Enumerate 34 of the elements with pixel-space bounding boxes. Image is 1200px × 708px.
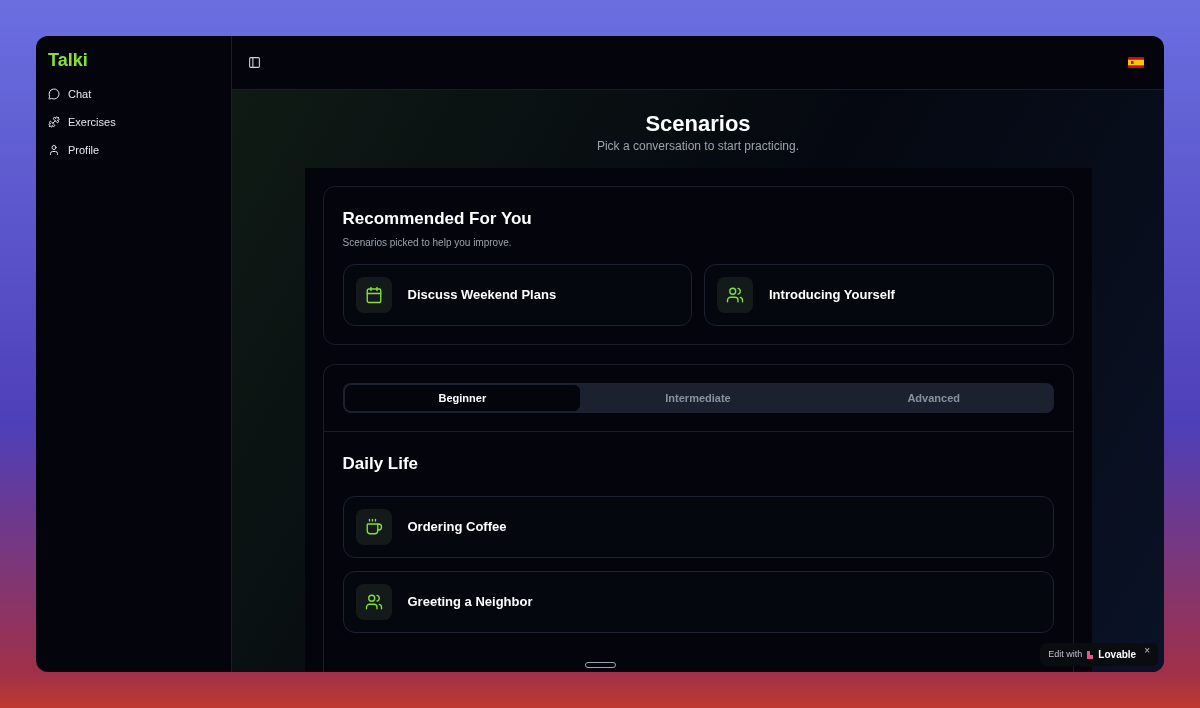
flag-icon[interactable]	[1128, 57, 1144, 68]
scenario-title: Greeting a Neighbor	[407, 593, 533, 612]
page-title: Scenarios	[645, 110, 751, 138]
scenario-card[interactable]: Greeting a Neighbor	[342, 571, 1054, 633]
badge-label: Edit with	[1048, 647, 1083, 661]
calendar-icon	[364, 286, 383, 304]
people-icon	[364, 593, 383, 611]
nav-link[interactable]: Profile	[48, 140, 219, 160]
sidebar-toggle-icon[interactable]	[248, 56, 261, 69]
scenario-title: Introducing Yourself	[769, 286, 895, 305]
people-icon	[726, 286, 744, 304]
scenario-card[interactable]: Ordering Coffee	[342, 496, 1054, 558]
level-tab[interactable]: Beginner	[344, 385, 581, 411]
scenario-title: Discuss Weekend Plans	[407, 286, 557, 305]
scenario-card[interactable]: Discuss Weekend Plans	[342, 264, 692, 326]
nav-link[interactable]: Chat	[48, 84, 219, 104]
chat-bubble-icon	[48, 88, 60, 100]
page-subtitle: Pick a conversation to start practicing.	[596, 138, 800, 154]
person-icon	[48, 144, 60, 156]
coffee-cup-icon	[364, 518, 383, 536]
close-icon[interactable]: ×	[1144, 643, 1150, 658]
dumbbell-icon	[48, 116, 60, 128]
badge-brand: Lovable	[1098, 648, 1137, 662]
level-tab[interactable]: Advanced	[815, 385, 1052, 411]
scenario-title: Ordering Coffee	[407, 518, 507, 537]
scroll-handle-icon[interactable]	[585, 662, 616, 668]
edit-badge[interactable]: Edit with Lovable ×	[1040, 643, 1158, 666]
scenario-card[interactable]: Introducing Yourself	[704, 264, 1054, 326]
category-title: Daily Life	[342, 453, 420, 475]
level-tab[interactable]: Intermediate	[580, 385, 816, 411]
brand-logo[interactable]: Talki	[48, 48, 219, 72]
section-title: Recommended For You	[342, 208, 533, 230]
nav-link[interactable]: Exercises	[48, 112, 219, 132]
section-subtitle: Scenarios picked to help you improve.	[342, 236, 513, 250]
